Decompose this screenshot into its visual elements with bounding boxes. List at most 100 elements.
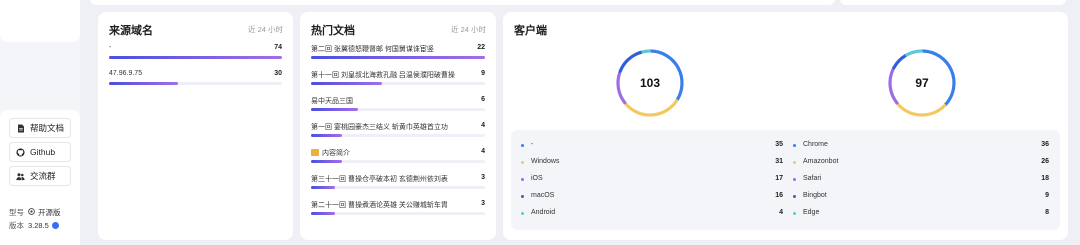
os-legend-item: iOS 17 [521, 175, 783, 187]
hot-doc-count: 4 [481, 148, 485, 155]
clients-card: 客户端 103 97 - 35 Windows 31 iOS 17 macOS 16 Andro… [503, 12, 1068, 240]
hot-doc-bar-fill [311, 108, 358, 111]
browser-legend-item: Chrome 36 [793, 141, 1049, 153]
hot-doc-bar-fill [311, 82, 383, 85]
browser-legend-value: 26 [1041, 158, 1049, 165]
clients-title: 客户端 [514, 25, 547, 37]
os-donut-chart: 103 [614, 47, 686, 119]
hot-doc-count: 3 [481, 200, 485, 207]
hot-doc-label: 第三十一回 曹操仓亭破本初 玄德荆州依刘表 [311, 176, 448, 183]
source-domains-range: 近 24 小时 [247, 25, 283, 34]
os-legend-name: - [531, 141, 534, 148]
os-legend-value: 16 [775, 192, 783, 199]
sidebar-top-panel: 设置 [0, 0, 80, 42]
os-legend-dot [521, 144, 524, 147]
hot-doc-bar-fill [311, 212, 336, 215]
browser-legend-name: Chrome [803, 141, 828, 148]
browser-legend-dot [793, 161, 796, 164]
help-docs-button[interactable]: 帮助文档 [9, 118, 71, 138]
hot-doc-label: 内容简介 [311, 148, 350, 158]
folder-icon [311, 149, 319, 156]
browser-legend-value: 36 [1041, 141, 1049, 148]
hot-doc-count: 3 [481, 174, 485, 181]
version-badge-icon [51, 222, 59, 229]
hot-doc-label: 第一回 宴桃园豪杰三结义 斩黄巾英雄首立功 [311, 124, 448, 131]
hot-doc-count: 22 [477, 44, 485, 51]
hot-doc-bar-track [311, 160, 485, 163]
os-legend-item: Android 4 [521, 209, 783, 221]
os-legend-item: Windows 31 [521, 158, 783, 170]
github-button[interactable]: Github [9, 142, 71, 162]
os-legend-name: macOS [531, 192, 555, 199]
model-value: 开源版 [38, 208, 61, 217]
hot-doc-bar-track [311, 212, 485, 215]
community-group-button[interactable]: 交流群 [9, 166, 71, 186]
os-legend-dot [521, 195, 524, 198]
os-legend-name: Android [531, 209, 556, 216]
settings-link[interactable]: 设置 [18, 0, 51, 1]
os-legend-value: 4 [779, 209, 783, 216]
hot-docs-title: 热门文档 [311, 25, 355, 37]
hot-doc-count: 6 [481, 96, 485, 103]
source-domain-count: 30 [274, 70, 282, 77]
source-domains-title: 来源域名 [109, 25, 153, 37]
browser-legend-dot [793, 195, 796, 198]
os-legend-value: 35 [775, 141, 783, 148]
source-domain-bar-track [109, 56, 282, 59]
os-total: 103 [639, 76, 661, 90]
hot-doc-bar-track [311, 56, 485, 59]
hot-doc-bar-fill [311, 186, 336, 189]
version-label: 版本 [9, 221, 24, 230]
source-domains-card: 来源域名 近 24 小时 - 74 47.96.9.75 30 [98, 12, 293, 240]
version-row: 版本 3.28.5 [9, 220, 59, 231]
source-domain-label: - [109, 44, 112, 51]
hot-doc-bar-fill [311, 160, 343, 163]
hot-doc-bar-track [311, 108, 485, 111]
browser-legend-dot [793, 144, 796, 147]
source-domain-bar-track [109, 82, 282, 85]
github-icon [16, 147, 25, 157]
browser-legend-item: Amazonbot 26 [793, 158, 1049, 170]
source-domain-bar-fill [109, 56, 282, 59]
group-icon [16, 172, 25, 181]
browser-total: 97 [915, 76, 929, 90]
help-docs-label: 帮助文档 [30, 123, 65, 133]
hot-doc-count: 9 [481, 70, 485, 77]
os-legend-value: 17 [775, 175, 783, 182]
upper-panel-edge-right [840, 0, 1066, 5]
hot-docs-card: 热门文档 近 24 小时 第二回 张翼德怒鞭督邮 何国舅谋诛宦竖 22 第十一回 刘… [300, 12, 496, 240]
hot-doc-bar-track [311, 134, 485, 137]
browser-legend-value: 8 [1045, 209, 1049, 216]
source-domain-bar-fill [109, 82, 179, 85]
os-legend-value: 31 [775, 158, 783, 165]
hot-doc-bar-fill [311, 56, 485, 59]
browser-legend-item: Edge 8 [793, 209, 1049, 221]
os-legend-dot [521, 212, 524, 215]
os-legend-name: iOS [531, 175, 543, 182]
browser-legend-name: Bingbot [803, 192, 827, 199]
browser-legend-item: Bingbot 9 [793, 192, 1049, 204]
browser-legend-dot [793, 212, 796, 215]
browser-legend-name: Amazonbot [803, 158, 839, 165]
hot-doc-count: 4 [481, 122, 485, 129]
sidebar-bottom-panel: 帮助文档 Github 交流群 型号 开源版 版本 3.28.5 [0, 110, 80, 245]
hot-doc-bar-track [311, 82, 485, 85]
hot-doc-label: 第二回 张翼德怒鞭督邮 何国舅谋诛宦竖 [311, 46, 434, 53]
browser-legend-item: Safari 18 [793, 175, 1049, 187]
os-legend-item: macOS 16 [521, 192, 783, 204]
browser-legend-value: 9 [1045, 192, 1049, 199]
hot-doc-label: 易中天品三国 [311, 98, 353, 105]
hot-doc-label: 第十一回 刘皇叔北海救孔融 吕温侯濮阳破曹操 [311, 72, 455, 79]
settings-label: 设置 [31, 0, 51, 1]
browser-legend-name: Edge [803, 209, 820, 216]
hot-doc-bar-track [311, 186, 485, 189]
sidebar: 设置 帮助文档 Github 交流群 型号 开源版 版本 3.28.5 [0, 0, 80, 245]
browser-legend-dot [793, 178, 796, 181]
os-legend-dot [521, 178, 524, 181]
os-legend-name: Windows [531, 158, 560, 165]
hot-docs-range: 近 24 小时 [450, 25, 486, 34]
browser-donut-chart: 97 [886, 47, 958, 119]
upper-panel-edge [90, 0, 835, 5]
browser-legend-name: Safari [803, 175, 822, 182]
hot-doc-bar-fill [311, 134, 343, 137]
